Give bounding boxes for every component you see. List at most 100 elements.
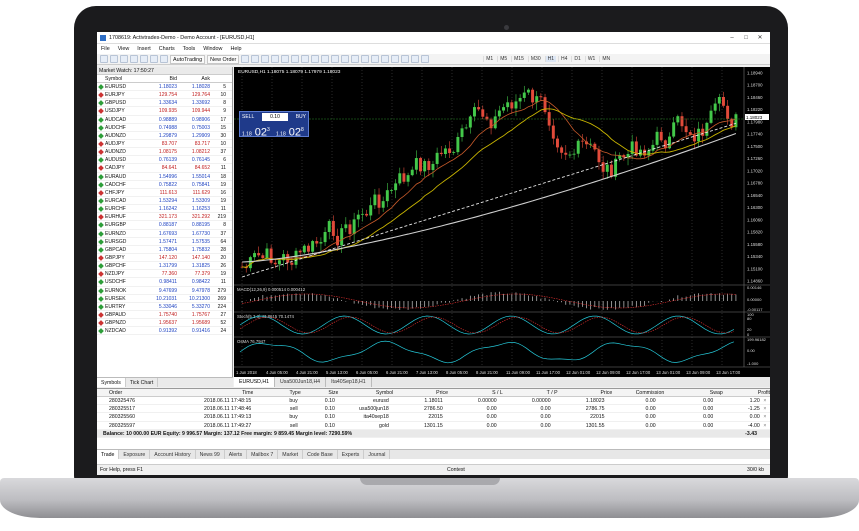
chart-tab-usa500[interactable]: Usa500Jun18,H4 xyxy=(275,377,327,387)
market-watch-row[interactable]: EURCAD 1.53294 1.53309 19 xyxy=(97,197,232,206)
tab-tick-chart[interactable]: Tick Chart xyxy=(126,378,159,387)
new-chart-icon[interactable] xyxy=(100,55,108,63)
chart-shift-icon[interactable] xyxy=(311,55,320,63)
chart-area[interactable]: #280325476 buy 0.101.18023EURUSD,H1 1.18… xyxy=(234,67,770,377)
autotrading-button[interactable]: AutoTrading xyxy=(170,54,206,64)
menu-file[interactable]: File xyxy=(101,46,110,52)
terminal-tab[interactable]: Exposure xyxy=(119,450,151,459)
market-watch-icon[interactable] xyxy=(120,55,128,63)
close-order-icon[interactable]: × xyxy=(760,413,770,420)
col-symbol[interactable]: Symbol xyxy=(97,75,145,82)
market-watch-row[interactable]: AUDNZD 1.08175 1.08212 37 xyxy=(97,148,232,157)
maximize-icon[interactable]: □ xyxy=(739,35,753,41)
col-spread[interactable] xyxy=(210,75,228,82)
zoom-out-icon[interactable] xyxy=(281,55,290,63)
tf-mn[interactable]: MN xyxy=(599,56,612,62)
terminal-tab[interactable]: Code Base xyxy=(303,450,338,459)
horizontal-line-icon[interactable] xyxy=(381,55,390,63)
channel-icon[interactable] xyxy=(401,55,410,63)
tf-h4[interactable]: H4 xyxy=(558,56,569,62)
candle-chart-icon[interactable] xyxy=(251,55,260,63)
tf-m15[interactable]: M15 xyxy=(511,56,526,62)
market-watch-row[interactable]: GBPJPY 147.120 147.140 20 xyxy=(97,254,232,263)
market-watch-row[interactable]: CADCHF 0.75822 0.75841 19 xyxy=(97,181,232,189)
cursor-icon[interactable] xyxy=(351,55,360,63)
menu-insert[interactable]: Insert xyxy=(137,46,150,52)
market-watch-row[interactable]: GBPCAD 1.75804 1.75832 28 xyxy=(97,246,232,254)
tf-m30[interactable]: M30 xyxy=(527,56,543,62)
menu-charts[interactable]: Charts xyxy=(159,46,175,52)
market-watch-row[interactable]: AUDCAD 0.98889 0.98906 17 xyxy=(97,116,232,124)
th-price[interactable]: Price xyxy=(393,389,448,396)
market-watch-row[interactable]: CHFJPY 111.613 111.629 16 xyxy=(97,189,232,197)
market-watch-row[interactable]: GBPCHF 1.31799 1.31825 26 xyxy=(97,262,232,271)
th-symbol[interactable]: Symbol xyxy=(338,389,393,396)
market-watch-row[interactable]: GBPNZD 1.95637 1.95689 52 xyxy=(97,319,232,328)
market-watch-row[interactable]: NZDJPY 77.360 77.379 19 xyxy=(97,270,232,279)
data-window-icon[interactable] xyxy=(130,55,138,63)
periods-icon[interactable] xyxy=(331,55,340,63)
market-watch-row[interactable]: EURTRY 5.33046 5.33270 224 xyxy=(97,303,232,311)
close-icon[interactable]: ✕ xyxy=(753,34,767,41)
tf-m1[interactable]: M1 xyxy=(483,56,495,62)
market-watch-row[interactable]: EURHUF 321.173 321.292 219 xyxy=(97,213,232,222)
trade-row[interactable]: 280325517 2018.06.11 17:48:46 sell 0.10 usa5… xyxy=(97,405,770,414)
chart-tab-ita40[interactable]: Ita40Sep18,H1 xyxy=(326,377,372,387)
bar-chart-icon[interactable] xyxy=(241,55,250,63)
trade-row[interactable]: 280325597 2018.06.11 17:49:27 sell 0.10 gold… xyxy=(97,422,770,430)
buy-price[interactable]: 1.18 028 xyxy=(276,123,309,139)
tester-icon[interactable] xyxy=(160,55,168,63)
market-watch-row[interactable]: EURCHF 1.16242 1.16253 11 xyxy=(97,205,232,214)
th-order[interactable]: Order xyxy=(97,389,154,396)
market-watch-row[interactable]: EURJPY 129.754 129.764 10 xyxy=(97,91,232,100)
market-watch-row[interactable]: GBPAUD 1.75740 1.75767 27 xyxy=(97,311,232,320)
market-watch-row[interactable]: AUDNZD 1.29879 1.29909 30 xyxy=(97,132,232,140)
market-watch-row[interactable]: NZDCAD 0.91392 0.91416 24 xyxy=(97,327,232,336)
menu-tools[interactable]: Tools xyxy=(183,46,196,52)
tf-w1[interactable]: W1 xyxy=(584,56,598,62)
market-watch-row[interactable]: EURNZD 1.67693 1.67730 37 xyxy=(97,230,232,238)
th-size[interactable]: Size xyxy=(301,389,338,396)
line-chart-icon[interactable] xyxy=(261,55,270,63)
market-watch-row[interactable]: EURGBP 0.88187 0.88195 8 xyxy=(97,221,232,230)
sell-price[interactable]: 1.18 023 xyxy=(242,123,275,139)
menu-window[interactable]: Window xyxy=(203,46,222,52)
menu-help[interactable]: Help xyxy=(230,46,241,52)
tab-symbols[interactable]: Symbols xyxy=(97,378,126,387)
th-sl[interactable]: S / L xyxy=(448,389,503,396)
market-watch-row[interactable]: GBPUSD 1.33634 1.33692 8 xyxy=(97,99,232,108)
market-watch-row[interactable]: EURUSD 1.18023 1.18028 5 xyxy=(97,83,232,92)
profiles-icon[interactable] xyxy=(110,55,118,63)
th-swap[interactable]: Swap xyxy=(664,389,723,396)
close-order-icon[interactable]: × xyxy=(760,397,770,404)
lot-size-input[interactable]: 0.10 xyxy=(262,113,288,121)
tf-m5[interactable]: M5 xyxy=(497,56,509,62)
tf-h1[interactable]: H1 xyxy=(544,56,557,62)
navigator-icon[interactable] xyxy=(140,55,148,63)
col-bid[interactable]: Bid xyxy=(145,75,178,82)
autoscroll-icon[interactable] xyxy=(301,55,310,63)
th-commission[interactable]: Commission xyxy=(612,389,665,396)
market-watch-row[interactable]: EURSGD 1.57471 1.57535 64 xyxy=(97,238,232,246)
terminal-tab[interactable]: Account History xyxy=(150,450,196,459)
indicators-icon[interactable] xyxy=(321,55,330,63)
sell-button[interactable]: SELL xyxy=(241,113,261,121)
chart-tab-eurusd[interactable]: EURUSD,H1 xyxy=(234,377,275,387)
terminal-tab[interactable]: Alerts xyxy=(225,450,248,459)
text-tool-icon[interactable] xyxy=(421,55,430,63)
terminal-tab[interactable]: News 99 xyxy=(196,450,225,459)
trade-row[interactable]: 280325476 2018.06.11 17:48:15 buy 0.10 eurus… xyxy=(97,397,770,406)
market-watch-row[interactable]: EURAUD 1.54996 1.55014 18 xyxy=(97,173,232,181)
col-ask[interactable]: Ask xyxy=(177,75,210,82)
crosshair-icon[interactable] xyxy=(361,55,370,63)
market-watch-row[interactable]: AUDUSD 0.76139 0.76145 6 xyxy=(97,156,232,165)
market-watch-row[interactable]: USDJPY 109.935 109.944 9 xyxy=(97,107,232,116)
price-chart[interactable]: #280325476 buy 0.101.18023EURUSD,H1 1.18… xyxy=(234,67,770,377)
th-current-price[interactable]: Price xyxy=(558,389,612,396)
terminal-tab[interactable]: Market xyxy=(278,450,304,459)
th-type[interactable]: Type xyxy=(253,389,300,396)
market-watch-row[interactable]: EURSEK 10.21031 10.21300 269 xyxy=(97,295,232,303)
market-watch-row[interactable]: AUDJPY 83.707 83.717 10 xyxy=(97,140,232,149)
buy-button[interactable]: BUY xyxy=(287,113,307,121)
close-order-icon[interactable]: × xyxy=(760,405,770,412)
